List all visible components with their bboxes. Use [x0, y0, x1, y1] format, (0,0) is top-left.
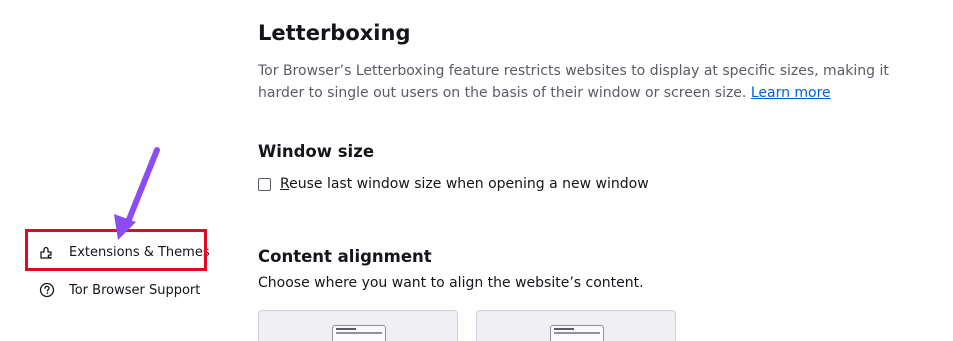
window-preview-icon [332, 325, 386, 341]
window-preview-icon [550, 325, 604, 341]
checkbox-label[interactable]: Reuse last window size when opening a ne… [280, 176, 649, 192]
reuse-window-size-option[interactable]: Reuse last window size when opening a ne… [258, 176, 649, 192]
checkbox-label-rest: euse last window size when opening a new… [289, 176, 649, 192]
reuse-window-size-checkbox[interactable] [258, 177, 271, 191]
content-alignment-description: Choose where you want to align the websi… [258, 275, 644, 291]
sidebar-item-tor-browser-support[interactable]: Tor Browser Support [38, 281, 200, 299]
sidebar-item-label: Extensions & Themes [69, 244, 210, 260]
alignment-option-top[interactable] [258, 310, 458, 341]
window-size-heading: Window size [258, 142, 375, 161]
learn-more-link[interactable]: Learn more [751, 85, 831, 101]
sidebar-item-extensions-themes[interactable]: Extensions & Themes [38, 243, 210, 261]
letterboxing-description: Tor Browser’s Letterboxing feature restr… [258, 60, 928, 104]
page-title: Letterboxing [258, 21, 411, 45]
content-alignment-heading: Content alignment [258, 247, 432, 266]
help-circle-icon [38, 281, 56, 299]
accesskey-letter: R [280, 176, 290, 192]
sidebar-item-label: Tor Browser Support [69, 282, 201, 298]
alignment-option-middle[interactable] [476, 310, 676, 341]
puzzle-icon [38, 243, 56, 261]
preferences-page: Extensions & Themes Tor Browser Support … [0, 0, 953, 341]
